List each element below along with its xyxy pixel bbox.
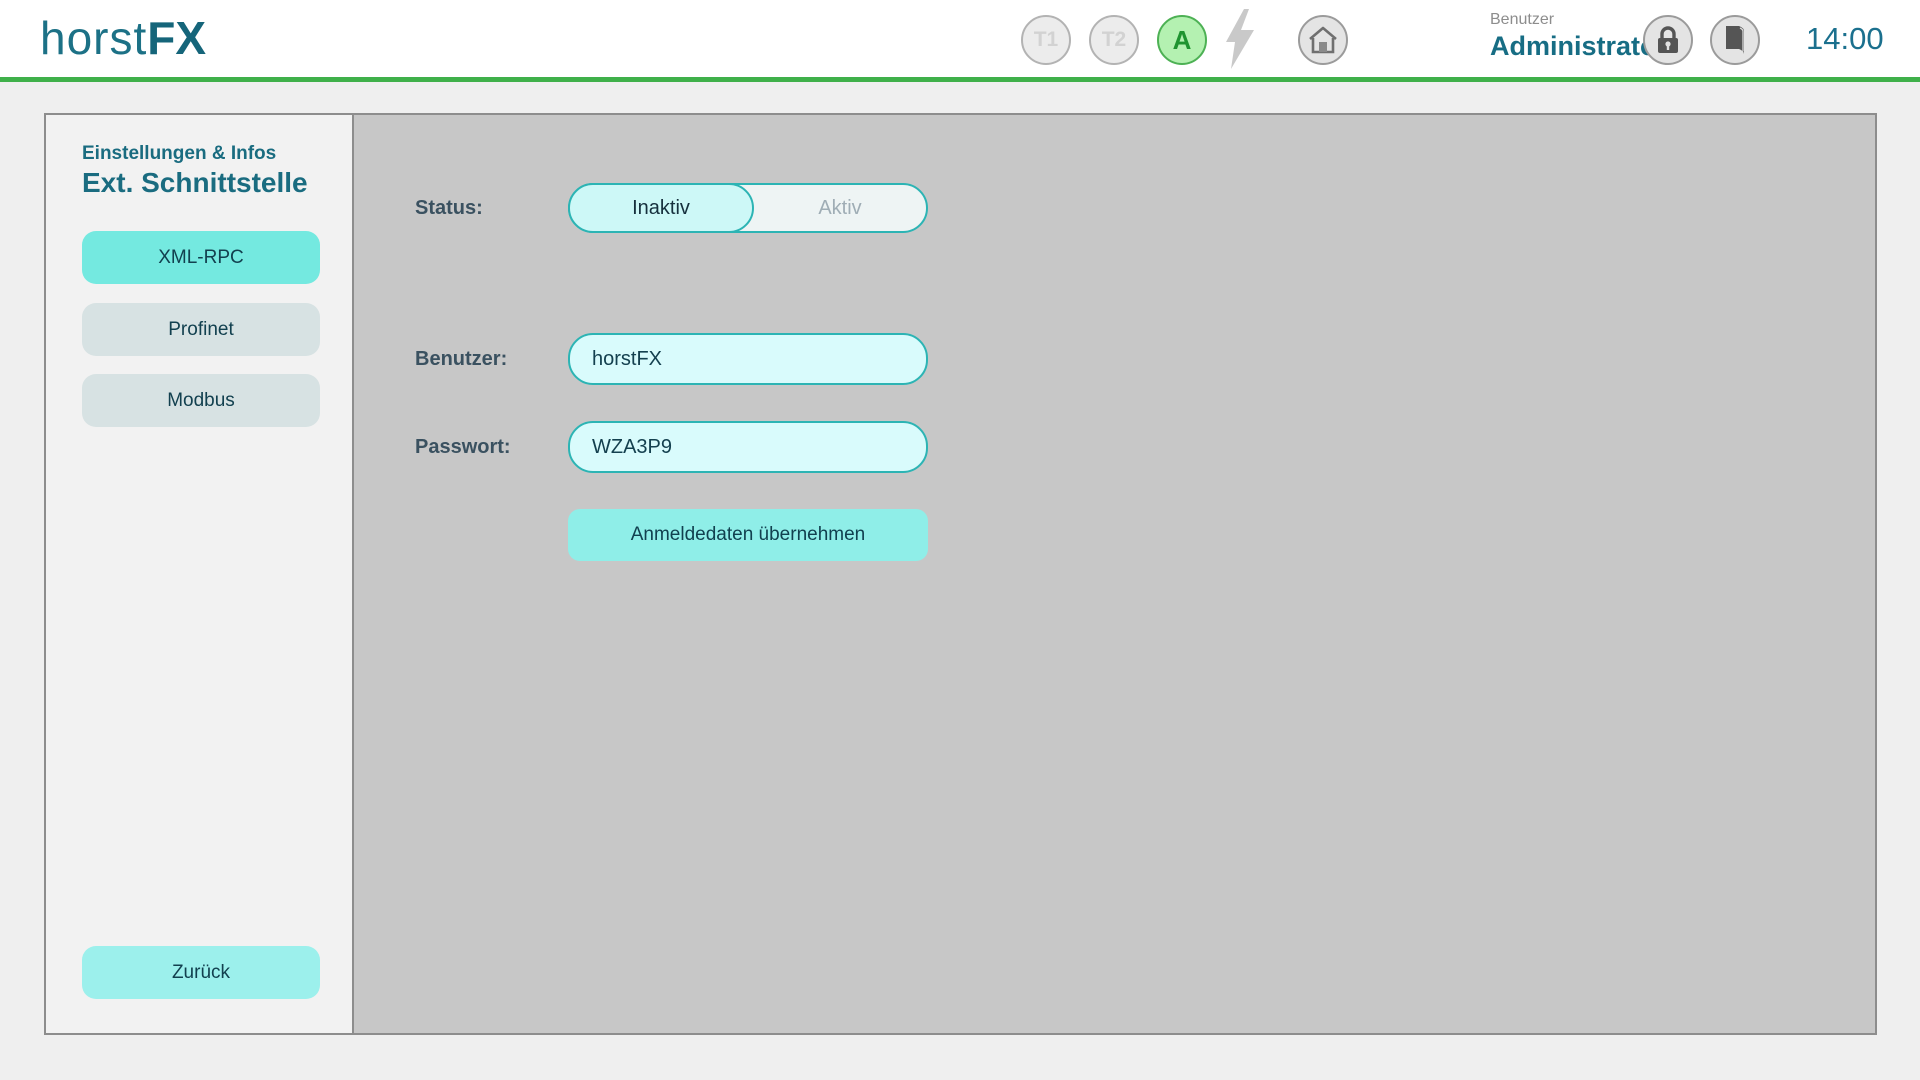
home-button[interactable] bbox=[1298, 15, 1348, 65]
sidebar-item-modbus[interactable]: Modbus bbox=[82, 374, 320, 427]
header-accent-bar bbox=[0, 77, 1920, 82]
status-toggle: Inaktiv Aktiv bbox=[568, 183, 928, 233]
top-bar: horstFX T1 T2 A Benutzer Administrator bbox=[0, 0, 1920, 77]
book-icon bbox=[1722, 24, 1748, 56]
sidebar-item-label: Modbus bbox=[167, 390, 235, 412]
apply-credentials-button[interactable]: Anmeldedaten übernehmen bbox=[568, 509, 928, 561]
benutzer-row: Benutzer: bbox=[415, 333, 928, 385]
lock-icon bbox=[1655, 25, 1681, 55]
benutzer-label: Benutzer: bbox=[415, 348, 568, 371]
settings-panel: Einstellungen & Infos Ext. Schnittstelle… bbox=[44, 113, 1877, 1035]
status-option-aktiv[interactable]: Aktiv bbox=[754, 185, 926, 231]
home-icon bbox=[1308, 26, 1338, 54]
user-name: Administrator bbox=[1490, 31, 1667, 62]
submit-row: Anmeldedaten übernehmen bbox=[568, 509, 928, 561]
sidebar-subtitle: Einstellungen & Infos bbox=[82, 143, 276, 165]
mode-t2-button[interactable]: T2 bbox=[1089, 15, 1139, 65]
user-role-label: Benutzer bbox=[1490, 11, 1667, 29]
lock-button[interactable] bbox=[1643, 15, 1693, 65]
logo-bold-part: FX bbox=[147, 12, 206, 64]
sidebar-item-label: Profinet bbox=[168, 319, 233, 341]
mode-auto-label: A bbox=[1173, 25, 1192, 56]
user-block: Benutzer Administrator bbox=[1490, 11, 1667, 62]
sidebar-item-profinet[interactable]: Profinet bbox=[82, 303, 320, 356]
sidebar: Einstellungen & Infos Ext. Schnittstelle… bbox=[46, 115, 354, 1033]
mode-auto-button[interactable]: A bbox=[1157, 15, 1207, 65]
manual-button[interactable] bbox=[1710, 15, 1760, 65]
page-title: Ext. Schnittstelle bbox=[82, 167, 308, 199]
status-option-label: Aktiv bbox=[818, 197, 861, 220]
status-label: Status: bbox=[415, 197, 568, 220]
mode-t1-button[interactable]: T1 bbox=[1021, 15, 1071, 65]
mode-t1-label: T1 bbox=[1034, 28, 1059, 52]
status-option-label: Inaktiv bbox=[632, 197, 690, 220]
back-button[interactable]: Zurück bbox=[82, 946, 320, 999]
sidebar-item-label: XML-RPC bbox=[158, 247, 244, 269]
status-row: Status: Inaktiv Aktiv bbox=[415, 183, 928, 233]
apply-credentials-label: Anmeldedaten übernehmen bbox=[631, 524, 866, 545]
back-button-label: Zurück bbox=[172, 962, 230, 984]
mode-t2-label: T2 bbox=[1102, 28, 1127, 52]
app-logo: horstFX bbox=[40, 10, 206, 66]
passwort-field[interactable] bbox=[568, 421, 928, 473]
logo-light-part: horst bbox=[40, 12, 147, 64]
clock: 14:00 bbox=[1806, 21, 1884, 57]
status-option-inaktiv[interactable]: Inaktiv bbox=[568, 183, 754, 233]
benutzer-field[interactable] bbox=[568, 333, 928, 385]
passwort-label: Passwort: bbox=[415, 436, 568, 459]
main-content: Status: Inaktiv Aktiv Benutzer: Passwort… bbox=[354, 115, 1875, 1033]
passwort-row: Passwort: bbox=[415, 421, 928, 473]
sidebar-item-xml-rpc[interactable]: XML-RPC bbox=[82, 231, 320, 284]
lightning-icon bbox=[1221, 9, 1259, 69]
